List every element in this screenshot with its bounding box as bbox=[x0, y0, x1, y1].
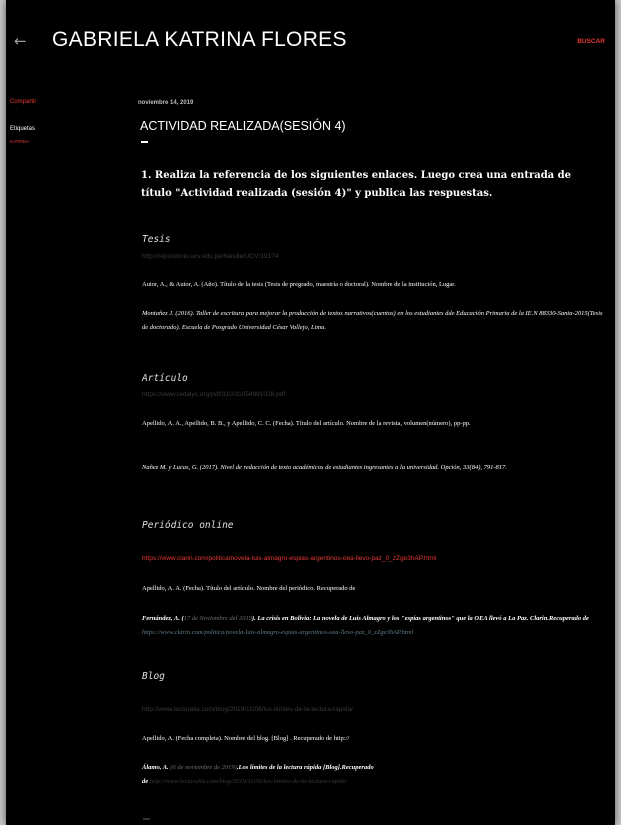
blog-link[interactable]: http://www.lecturalia.com/blog/2019/11/0… bbox=[142, 706, 353, 713]
blog-page: ← GABRIELA KATRINA FLORES BUSCAR Compart… bbox=[6, 0, 615, 825]
section-heading-articulo: Artículo bbox=[142, 373, 188, 384]
tesis-format: Autor, A., & Autor, A. (Año). Título de … bbox=[142, 281, 456, 288]
blog-ref-title: .Los límites de la lectura rápida [Blog]… bbox=[236, 764, 374, 771]
divider bbox=[143, 818, 150, 820]
question-text: 1. Realiza la referencia de los siguient… bbox=[141, 170, 571, 199]
arrow-left-icon[interactable]: ← bbox=[14, 32, 27, 50]
tesis-reference: Montañez J. (2016). Taller de escritura … bbox=[142, 310, 603, 331]
blog-ref-prefix: de bbox=[142, 778, 150, 785]
periodico-ref-title: ). La crisis en Bolivia: La novela de Lu… bbox=[252, 615, 589, 622]
title-underline bbox=[141, 141, 148, 143]
tesis-link[interactable]: http://repositorio.ucv.edu.pe/handle/UCV… bbox=[142, 253, 278, 260]
blog-ref-author: Álamo, A. bbox=[142, 764, 171, 771]
section-heading-tesis: Tesis bbox=[142, 234, 171, 245]
periodico-ref-link[interactable]: https://www.clarin.com/politica/novela-l… bbox=[142, 629, 413, 636]
labels-heading: Etiquetas bbox=[10, 126, 36, 132]
blog-ref-date: (6 de noviembre de 2019) bbox=[170, 764, 237, 771]
periodico-ref-author: Fernández, A. ( bbox=[142, 615, 184, 622]
blog-format: Apellido, A. (Fecha completa). Nombre de… bbox=[142, 735, 350, 742]
periodico-reference: Fernández, A. (17 de Noviembre del 2019)… bbox=[142, 612, 604, 640]
section-heading-blog: Blog bbox=[142, 671, 165, 682]
articulo-link[interactable]: https://www.redalyc.org/pdf/310/31054991… bbox=[142, 391, 285, 398]
periodico-format: Apellido, A. A. (Fecha). Título del artí… bbox=[142, 585, 356, 592]
blog-ref-link[interactable]: http://www.lecturalia.com/blog/2019/11/0… bbox=[150, 778, 347, 785]
section-heading-periodico: Periódico online bbox=[142, 520, 234, 531]
articulo-reference: Nañez M. y Lucas, G. (2017). Nivel de re… bbox=[142, 464, 507, 471]
sidebar: Compartir Etiquetas KATRINA bbox=[10, 99, 50, 144]
periodico-ref-date: 17 de Noviembre del 2019 bbox=[183, 615, 253, 622]
share-link[interactable]: Compartir bbox=[10, 99, 50, 105]
label-link-katrina[interactable]: KATRINA bbox=[10, 139, 50, 144]
post-title[interactable]: ACTIVIDAD REALIZADA(SESIÓN 4) bbox=[140, 119, 346, 133]
blog-reference: Álamo, A. (6 de noviembre de 2019).Los l… bbox=[142, 761, 604, 789]
post-date: noviembre 14, 2019 bbox=[138, 100, 194, 106]
site-title[interactable]: GABRIELA KATRINA FLORES bbox=[52, 28, 347, 52]
articulo-format: Apellido, A. A., Apellido, B. B., y Apel… bbox=[142, 420, 471, 427]
search-button[interactable]: BUSCAR bbox=[577, 38, 605, 45]
periodico-link[interactable]: https://www.clarin.com/politica/novela-l… bbox=[142, 555, 436, 562]
